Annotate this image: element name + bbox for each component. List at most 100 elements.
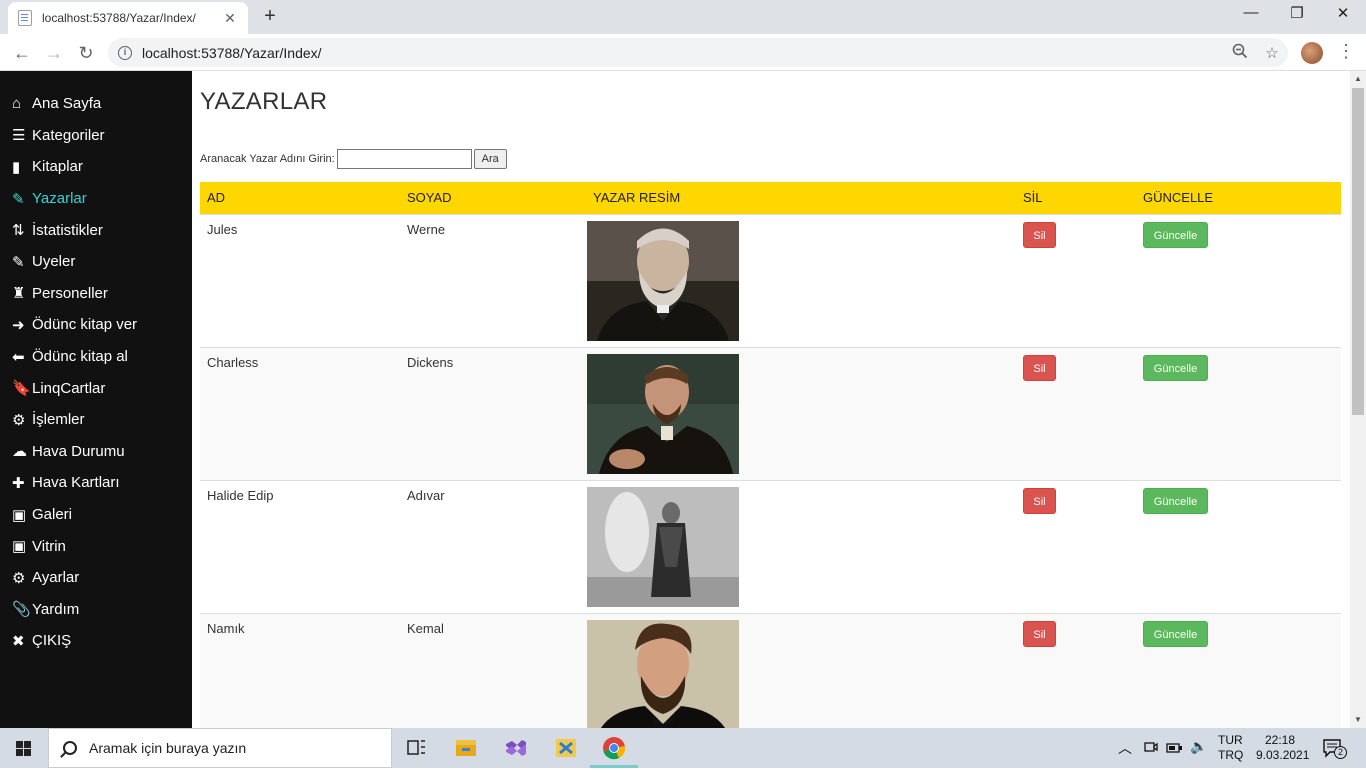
update-button[interactable]: Güncelle (1143, 620, 1208, 647)
update-button[interactable]: Güncelle (1143, 354, 1208, 381)
sidebar-item-kategoriler[interactable]: ☰ Kategoriler (0, 120, 192, 152)
table-row: Halide Edip Adıvar Sil Güncelle (200, 479, 1341, 613)
sidebar-item-vitrin[interactable]: ▣ Vitrin (0, 530, 192, 562)
search-icon (63, 741, 77, 755)
sidebar-item-cikis[interactable]: ✖ ÇIKIŞ (0, 625, 192, 657)
sidebar-item-odunc-kitap-al[interactable]: ⬅ Ödünc kitap al (0, 341, 192, 373)
delete-cell: Sil (1016, 479, 1136, 613)
sidebar-item-linqcartlar[interactable]: 🔖 LinqCartlar (0, 372, 192, 404)
sidebar-item-yardim[interactable]: 📎 Yardım (0, 594, 192, 626)
column-header-guncelle: GÜNCELLE (1136, 182, 1341, 214)
picture-icon: ▣ (12, 538, 27, 556)
update-cell: Güncelle (1136, 213, 1341, 347)
delete-cell: Sil (1016, 612, 1136, 728)
show-hidden-icons-chevron-icon[interactable]: ︿ (1118, 738, 1132, 758)
visual-studio-icon[interactable] (492, 728, 540, 768)
author-last-name: Kemal (400, 612, 586, 728)
address-bar[interactable]: i localhost:53788/Yazar/Index/ ☆ (108, 38, 1288, 67)
site-info-icon[interactable]: i (118, 45, 132, 60)
author-search-input[interactable] (336, 149, 472, 169)
new-tab-button[interactable]: + (258, 5, 282, 28)
sidebar-item-label: Ayarlar (32, 569, 80, 587)
sidebar-item-galeri[interactable]: ▣ Galeri (0, 499, 192, 531)
author-first-name: Jules (200, 213, 400, 347)
sidebar-item-label: ÇIKIŞ (32, 632, 72, 650)
sidebar-item-label: Vitrin (32, 537, 66, 555)
reload-button[interactable]: ↻ (74, 41, 98, 65)
sidebar-item-ana-sayfa[interactable]: ⌂ Ana Sayfa (0, 88, 192, 120)
taskbar-search-box[interactable]: Aramak için buraya yazın (48, 728, 392, 768)
chrome-taskbar-icon[interactable] (590, 728, 638, 768)
sidebar-item-label: İstatistikler (32, 221, 103, 239)
notification-count-badge: 2 (1334, 746, 1347, 759)
windows-logo-icon (16, 749, 23, 756)
profile-avatar[interactable] (1301, 42, 1323, 64)
author-first-name: Namık (200, 612, 400, 728)
action-center-icon[interactable]: 2 (1322, 738, 1347, 761)
scroll-up-icon[interactable]: ▲ (1350, 71, 1366, 87)
delete-button[interactable]: Sil (1023, 354, 1056, 381)
delete-button[interactable]: Sil (1023, 620, 1056, 647)
sidebar-item-label: Ana Sayfa (32, 95, 102, 113)
delete-button[interactable]: Sil (1023, 221, 1056, 248)
windows-taskbar: Aramak için buraya yazın ︿ 🔈 TUR TRQ 22:… (0, 728, 1366, 768)
search-button[interactable]: Ara (473, 149, 507, 169)
book-icon: ▮ (12, 158, 21, 176)
address-url[interactable]: localhost:53788/Yazar/Index/ (142, 45, 1224, 61)
sidebar-item-kitaplar[interactable]: ▮ Kitaplar (0, 151, 192, 183)
sidebar-item-odunc-kitap-ver[interactable]: ➜ Ödünc kitap ver (0, 309, 192, 341)
close-window-button[interactable]: ✕ (1320, 4, 1366, 22)
cloud-icon: ☁ (12, 443, 27, 461)
delete-button[interactable]: Sil (1023, 487, 1056, 514)
sidebar-nav: ⌂ Ana Sayfa ☰ Kategoriler ▮ Kitaplar ✎ Yazarlar… (0, 71, 192, 728)
sidebar-item-ayarlar[interactable]: ⚙ Ayarlar (0, 562, 192, 594)
sidebar-item-yazarlar[interactable]: ✎ Yazarlar (0, 183, 192, 215)
zoom-icon[interactable] (1224, 43, 1256, 63)
page-title: YAZARLAR (200, 88, 328, 115)
browser-toolbar: ← → ↻ i localhost:53788/Yazar/Index/ ☆ ⋮ (0, 34, 1366, 71)
browser-menu-icon[interactable]: ⋮ (1336, 41, 1356, 65)
scroll-thumb[interactable] (1352, 88, 1364, 415)
sidebar-item-uyeler[interactable]: ✎ Uyeler (0, 246, 192, 278)
clock[interactable]: 22:18 9.03.2021 (1256, 733, 1309, 763)
keyboard-layout-code: TRQ (1218, 748, 1244, 762)
task-view-icon[interactable] (392, 728, 440, 768)
sidebar-item-personeller[interactable]: ♜ Personeller (0, 278, 192, 310)
volume-icon[interactable]: 🔈 (1190, 738, 1207, 755)
close-tab-icon[interactable]: ✕ (222, 10, 238, 27)
meet-now-icon[interactable] (1143, 739, 1159, 758)
restore-window-button[interactable]: ❐ (1274, 4, 1320, 22)
sidebar-item-hava-durumu[interactable]: ☁ Hava Durumu (0, 436, 192, 468)
paperclip-icon: 📎 (12, 601, 31, 619)
language-code: TUR (1218, 733, 1243, 747)
sql-server-icon[interactable] (542, 728, 590, 768)
author-first-name: Charless (200, 346, 400, 480)
start-button[interactable] (0, 728, 48, 768)
back-button[interactable]: ← (10, 41, 34, 65)
forward-button[interactable]: → (42, 41, 66, 65)
gear-icon: ⚙ (12, 569, 26, 587)
remove-circle-icon: ✖ (12, 632, 25, 650)
sidebar-item-label: Hava Kartları (32, 474, 120, 492)
update-button[interactable]: Güncelle (1143, 221, 1208, 248)
network-icon[interactable] (1166, 739, 1184, 758)
input-language-indicator[interactable]: TUR TRQ (1218, 733, 1243, 763)
author-first-name: Halide Edip (200, 479, 400, 613)
sidebar-item-islemler[interactable]: ⚙ İşlemler (0, 404, 192, 436)
page-scrollbar[interactable]: ▲ ▼ (1350, 71, 1366, 728)
dashboard-icon: ⚙ (12, 411, 26, 429)
author-photo-cell (586, 213, 1016, 347)
sidebar-item-hava-kartlari[interactable]: ✚ Hava Kartları (0, 467, 192, 499)
update-button[interactable]: Güncelle (1143, 487, 1208, 514)
column-header-soyad: SOYAD (400, 182, 586, 214)
minimize-window-button[interactable]: — (1228, 4, 1274, 21)
scroll-down-icon[interactable]: ▼ (1350, 712, 1366, 728)
bookmark-star-icon[interactable]: ☆ (1256, 44, 1288, 62)
authors-table: AD SOYAD YAZAR RESİM SİL GÜNCELLE Jules … (200, 182, 1341, 728)
author-photo-cell (586, 346, 1016, 480)
sidebar-item-istatistikler[interactable]: ⇅ İstatistikler (0, 214, 192, 246)
browser-tab[interactable]: localhost:53788/Yazar/Index/ ✕ (8, 2, 248, 34)
sidebar-item-label: Hava Durumu (32, 442, 125, 460)
file-explorer-icon[interactable] (442, 728, 490, 768)
column-header-ad: AD (200, 182, 400, 214)
